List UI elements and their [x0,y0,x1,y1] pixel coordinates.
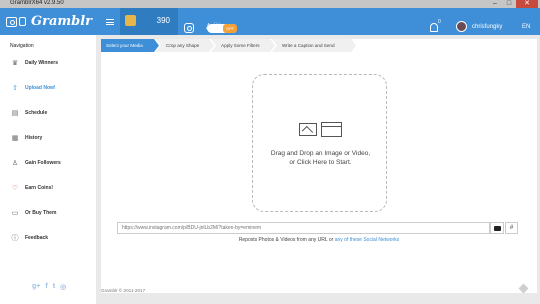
toggle-label: OFF [223,24,237,33]
auto-toggle[interactable]: OFF [207,24,237,33]
social-links: g+ f t ◎ [32,283,66,291]
sidebar-item-label: Schedule [25,110,48,116]
nav-title: Navigation [10,43,34,49]
sidebar-item-label: Gain Followers [25,160,61,166]
followers-icon: ♙ [11,160,19,167]
language-selector[interactable]: EN [522,24,530,30]
main-area: Select your Media Crop any Shape Apply S… [97,35,540,304]
sidebar-item-history[interactable]: ▦ History [0,132,97,144]
step-crop[interactable]: Crop any Shape [156,39,214,52]
sidebar-item-label: Earn Coins! [25,185,54,191]
instagram-icon[interactable]: ◎ [60,283,66,291]
notification-count: 0 [438,19,441,25]
history-icon: ▦ [11,135,19,142]
google-plus-icon[interactable]: g+ [32,283,40,291]
phone-icon [19,17,26,26]
sidebar-item-daily-winners[interactable]: ♛ Daily Winners [0,57,97,69]
app-header: Gramblr ♙ ♡ OFF 0 chrisfungky EN [0,8,540,35]
footer-copyright: Gramblr © 2011-2017 [101,288,146,293]
card-icon: ▭ [11,210,19,217]
window-controls: – □ ✕ [488,0,538,8]
media-dropzone[interactable]: Drag and Drop an Image or Video, or Clic… [252,74,387,212]
bell-icon[interactable] [430,23,438,32]
dropzone-text-line2: or Click Here to Start. [289,159,352,166]
sidebar-item-gain-followers[interactable]: ♙ Gain Followers [0,157,97,169]
social-networks-link[interactable]: any of these Social Networks [335,237,399,243]
info-icon: ⓘ [11,235,19,242]
window-titlebar: GramblrX64 v2.9.50 – □ ✕ [0,0,540,8]
brand-name: Gramblr [31,14,93,29]
step-select-media[interactable]: Select your Media [101,39,159,52]
upload-panel: Select your Media Crop any Shape Apply S… [101,39,537,293]
coin-count: 390 [156,16,170,25]
sidebar-item-earn-coins[interactable]: ♡ Earn Coins! [0,182,97,194]
schedule-icon: ▤ [11,110,19,117]
sidebar-item-upload-now[interactable]: ⇧ Upload Now! [0,82,97,94]
hashtag-button[interactable]: # [505,222,518,234]
sidebar-item-label: History [25,135,43,141]
step-caption-send[interactable]: Write a Caption and Send [272,39,356,52]
step-wizard: Select your Media Crop any Shape Apply S… [101,39,353,52]
coin-balance[interactable]: 390 [120,8,178,35]
sidebar-item-schedule[interactable]: ▤ Schedule [0,107,97,119]
image-icon [299,123,317,136]
url-row: # [117,222,518,234]
sidebar: Navigation ♛ Daily Winners ⇧ Upload Now!… [0,35,97,304]
trophy-icon: ♛ [11,60,19,67]
instagram-icon[interactable] [184,23,194,33]
sidebar-item-label: Upload Now! [25,85,56,91]
step-filters[interactable]: Apply Some Filters [211,39,275,52]
username[interactable]: chrisfungky [472,24,502,30]
dropzone-text-line1: Drag and Drop an Image or Video, [270,150,371,157]
url-input[interactable] [117,222,490,234]
sidebar-item-buy-coins[interactable]: ▭ Or Buy Them [0,207,97,219]
menu-icon[interactable] [106,19,114,25]
window-title: GramblrX64 v2.9.50 [10,0,64,6]
camera-icon [6,16,17,27]
reposts-text: Reposts Photos & Videos from any URL or [238,237,335,243]
media-icons [299,122,342,138]
facebook-icon[interactable]: f [45,283,47,291]
coin-icon [125,15,136,26]
reposts-note: Reposts Photos & Videos from any URL or … [101,237,537,243]
upload-icon: ⇧ [12,85,18,92]
sidebar-item-label: Or Buy Them [25,210,57,216]
avatar[interactable] [456,21,467,32]
close-button[interactable]: ✕ [516,0,538,8]
brand-logo[interactable]: Gramblr [6,14,92,29]
sidebar-item-label: Daily Winners [25,60,59,66]
paste-url-button[interactable] [490,222,504,234]
heart-icon: ♡ [11,185,19,192]
sidebar-item-feedback[interactable]: ⓘ Feedback [0,232,97,244]
sidebar-item-label: Feedback [25,235,49,241]
minimize-button[interactable]: – [488,0,502,8]
maximize-button[interactable]: □ [502,0,516,8]
video-icon [321,122,342,137]
twitter-icon[interactable]: t [53,283,55,291]
